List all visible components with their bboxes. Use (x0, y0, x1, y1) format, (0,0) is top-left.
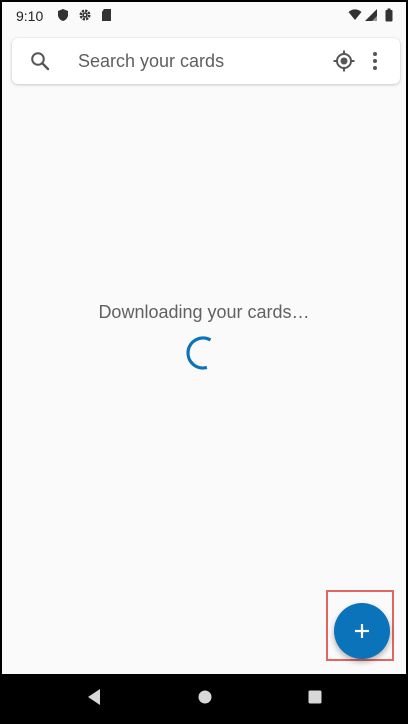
battery-icon (385, 8, 393, 22)
gear-icon (79, 9, 91, 21)
status-bar: 9:10 (2, 2, 406, 30)
search-input[interactable] (78, 38, 318, 84)
back-icon[interactable] (86, 688, 102, 706)
loading-message: Downloading your cards… (98, 302, 310, 322)
more-vert-icon[interactable] (368, 49, 382, 73)
add-card-button[interactable] (334, 603, 390, 659)
location-target-icon[interactable] (332, 49, 356, 73)
search-icon[interactable] (30, 51, 50, 71)
home-icon[interactable] (198, 690, 212, 704)
cell-signal-icon (365, 9, 377, 21)
search-bar[interactable] (12, 38, 400, 84)
screen: 9:10 Search your cards Downloading your … (2, 2, 406, 720)
loading-spinner (186, 336, 212, 370)
navigation-bar (2, 674, 406, 720)
status-time: 9:10 (16, 8, 44, 24)
wifi-icon (348, 9, 362, 20)
shield-icon (58, 9, 68, 21)
recents-icon[interactable] (308, 690, 322, 704)
plus-icon (355, 624, 369, 638)
sd-card-icon (102, 9, 111, 21)
